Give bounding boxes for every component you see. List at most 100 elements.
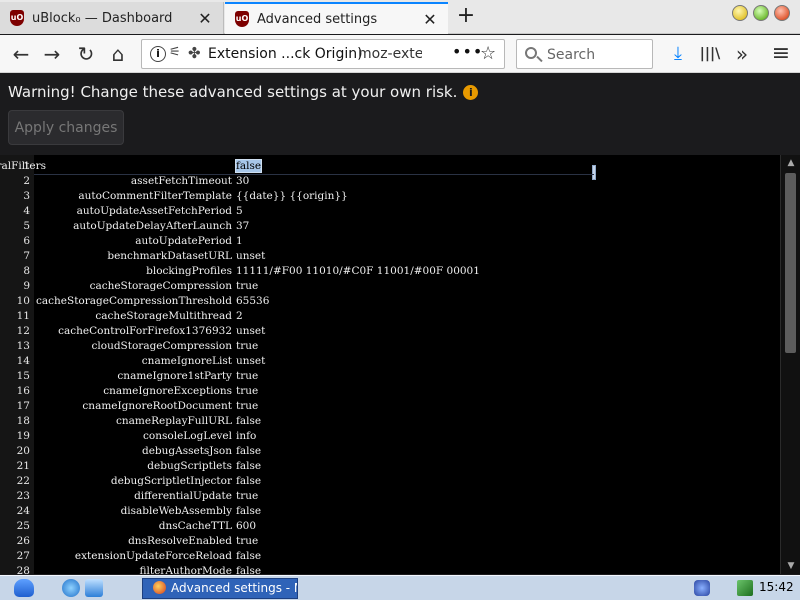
setting-line[interactable]: 13 cloudStorageCompression true — [17, 340, 780, 355]
setting-line[interactable]: 15 cnameIgnore1stParty true — [17, 370, 780, 385]
tray-app-icon[interactable] — [694, 580, 710, 596]
setting-line[interactable]: 19 consoleLogLevel info — [17, 430, 780, 445]
setting-value[interactable]: false — [236, 445, 261, 457]
setting-line[interactable]: 9 cacheStorageCompression true — [23, 280, 780, 295]
maximize-button[interactable] — [753, 5, 769, 21]
setting-line[interactable]: 26 dnsResolveEnabled true — [17, 535, 780, 550]
setting-value[interactable]: 600 — [236, 520, 256, 532]
setting-value[interactable]: unset — [236, 325, 265, 337]
navigation-toolbar: ← → ↻ ⌂ i ⚟ ✤ Extension ...ck Origin) mo… — [0, 35, 800, 73]
new-tab-button[interactable]: + — [452, 4, 480, 30]
line-number: 21 — [16, 460, 30, 472]
network-tray-icon[interactable] — [737, 580, 753, 596]
setting-value[interactable]: true — [236, 400, 258, 412]
setting-value[interactable]: false — [236, 415, 261, 427]
overflow-menu-icon[interactable]: » — [727, 39, 757, 69]
back-button[interactable]: ← — [6, 39, 36, 69]
hamburger-menu-icon[interactable]: ≡ — [766, 39, 796, 69]
setting-line[interactable]: 23 differentialUpdate true — [17, 490, 780, 505]
start-menu-icon[interactable] — [14, 579, 34, 597]
setting-value[interactable]: false — [236, 475, 261, 487]
setting-value[interactable]: 30 — [236, 175, 249, 187]
page-actions-icon[interactable]: ••• — [452, 42, 483, 61]
setting-key: allowGenericProceduralFilters — [0, 160, 46, 172]
downloads-icon[interactable]: ⤓ — [663, 39, 693, 69]
tab-dashboard[interactable]: uO uBlock₀ — Dashboard ✕ — [0, 2, 224, 34]
setting-value[interactable]: 11111/#F00 11010/#C0F 11001/#00F 00001 — [236, 265, 480, 277]
url-text[interactable]: moz-extension:// — [358, 46, 422, 62]
scroll-up-icon[interactable]: ▲ — [781, 155, 800, 171]
setting-value[interactable]: false — [236, 550, 261, 562]
setting-line[interactable]: 25 dnsCacheTTL 600 — [17, 520, 780, 535]
setting-value[interactable]: 1 — [236, 235, 243, 247]
setting-line[interactable]: 1allowGenericProceduralFiltersfalse — [0, 159, 594, 175]
setting-line[interactable]: 28 filterAuthorMode false — [17, 565, 780, 574]
setting-line[interactable]: 10 cacheStorageCompressionThreshold 65536 — [17, 295, 780, 310]
setting-line[interactable]: 20 debugAssetsJson false — [17, 445, 780, 460]
code-area[interactable]: 1 allowGenericProceduralFilters false 2 asse… — [0, 155, 780, 574]
setting-value[interactable]: false — [236, 565, 261, 574]
address-bar[interactable]: i ⚟ ✤ Extension ...ck Origin) moz-extens… — [141, 39, 505, 69]
setting-line[interactable]: 4 autoUpdateAssetFetchPeriod 5 — [23, 205, 780, 220]
taskbar-firefox-window[interactable]: Advanced settings - M... — [142, 578, 298, 599]
setting-value[interactable]: 2 — [236, 310, 243, 322]
explorer-launch-icon[interactable] — [85, 579, 103, 597]
setting-line[interactable]: 27 extensionUpdateForceReload false — [17, 550, 780, 565]
site-info-icon[interactable]: i — [150, 46, 166, 62]
setting-line[interactable]: 11 cacheStorageMultithread 2 — [17, 310, 780, 325]
setting-line[interactable]: 17 cnameIgnoreRootDocument true — [17, 400, 780, 415]
setting-value[interactable]: true — [236, 535, 258, 547]
info-icon[interactable]: i — [463, 85, 479, 100]
search-input[interactable] — [547, 45, 647, 65]
setting-value[interactable]: {{date}} {{origin}} — [236, 190, 348, 202]
setting-value[interactable]: true — [236, 385, 258, 397]
close-window-button[interactable] — [774, 5, 790, 21]
setting-key: blockingProfiles — [146, 265, 232, 277]
library-icon[interactable]: |||\ — [695, 39, 725, 69]
browser-launch-icon[interactable] — [62, 579, 80, 597]
setting-line[interactable]: 5 autoUpdateDelayAfterLaunch 37 — [23, 220, 780, 235]
setting-line[interactable]: 22 debugScriptletInjector false — [17, 475, 780, 490]
setting-line[interactable]: 3 autoCommentFilterTemplate {{date}} {{ori… — [23, 190, 780, 205]
reload-button[interactable]: ↻ — [71, 39, 101, 69]
scrollbar-thumb[interactable] — [785, 173, 796, 353]
setting-value[interactable]: false — [236, 460, 261, 472]
setting-line[interactable]: 16 cnameIgnoreExceptions true — [17, 385, 780, 400]
setting-value[interactable]: 65536 — [236, 295, 269, 307]
setting-line[interactable]: 8 blockingProfiles 11111/#F00 11010/#C0F 1… — [23, 265, 780, 280]
setting-value[interactable]: info — [236, 430, 256, 442]
bookmark-star-icon[interactable]: ☆ — [480, 43, 496, 64]
setting-line[interactable]: 21 debugScriptlets false — [17, 460, 780, 475]
setting-value[interactable]: false — [234, 159, 263, 173]
settings-editor[interactable]: 1 allowGenericProceduralFilters false 2 asse… — [0, 155, 800, 574]
setting-value[interactable]: true — [236, 490, 258, 502]
scroll-down-icon[interactable]: ▼ — [781, 558, 800, 574]
search-box[interactable] — [516, 39, 653, 69]
vertical-scrollbar[interactable]: ▲ ▼ — [780, 155, 800, 574]
setting-value[interactable]: 5 — [236, 205, 243, 217]
setting-value[interactable]: unset — [236, 355, 265, 367]
setting-key: assetFetchTimeout — [130, 175, 232, 187]
apply-changes-button[interactable]: Apply changes — [8, 110, 124, 145]
setting-line[interactable]: 6 autoUpdatePeriod 1 — [23, 235, 780, 250]
setting-line[interactable]: 7 benchmarkDatasetURL unset — [23, 250, 780, 265]
setting-line[interactable]: 14 cnameIgnoreList unset — [17, 355, 780, 370]
minimize-button[interactable] — [732, 5, 748, 21]
close-tab-icon[interactable]: ✕ — [195, 9, 215, 28]
setting-value[interactable]: 37 — [236, 220, 249, 232]
setting-value[interactable]: true — [236, 280, 258, 292]
setting-line[interactable]: 24 disableWebAssembly false — [17, 505, 780, 520]
forward-button[interactable]: → — [37, 39, 67, 69]
line-number: 13 — [16, 340, 30, 352]
setting-line[interactable]: 18 cnameReplayFullURL false — [17, 415, 780, 430]
tab-advanced-settings[interactable]: uO Advanced settings ✕ — [225, 2, 448, 34]
setting-value[interactable]: true — [236, 370, 258, 382]
setting-value[interactable]: true — [236, 340, 258, 352]
permissions-icon[interactable]: ⚟ — [169, 45, 181, 60]
setting-line[interactable]: 2 assetFetchTimeout 30 — [23, 175, 780, 190]
setting-line[interactable]: 12 cacheControlForFirefox1376932 unset — [17, 325, 780, 340]
close-tab-icon[interactable]: ✕ — [420, 10, 440, 29]
home-button[interactable]: ⌂ — [103, 39, 133, 69]
setting-value[interactable]: unset — [236, 250, 265, 262]
setting-value[interactable]: false — [236, 505, 261, 517]
